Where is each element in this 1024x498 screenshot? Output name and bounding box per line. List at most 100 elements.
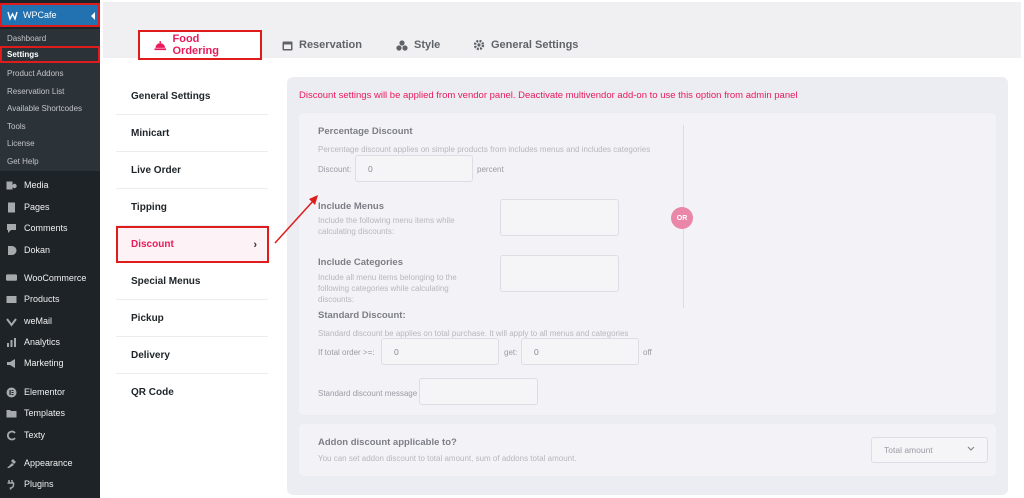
calendar-icon	[282, 41, 293, 50]
tab-food-ordering[interactable]: Food Ordering	[138, 30, 262, 60]
vendor-panel-notice: Discount settings will be applied from v…	[299, 90, 798, 101]
submenu-license[interactable]: License	[0, 135, 100, 152]
texty-icon	[6, 430, 17, 441]
sidebar-item-analytics[interactable]: Analytics	[0, 332, 100, 352]
include-menus-select[interactable]	[500, 199, 619, 236]
sidebar-item-comments[interactable]: Comments	[0, 218, 100, 238]
sidebar-item-plugins[interactable]: Plugins	[0, 474, 100, 494]
appearance-icon	[6, 458, 17, 469]
subnav-pickup[interactable]: Pickup	[116, 300, 268, 337]
discount-message-label: Standard discount message	[318, 389, 418, 398]
sidebar-item-woocommerce[interactable]: WooCommerce	[0, 268, 100, 288]
marketing-icon	[6, 358, 17, 369]
woocommerce-icon	[6, 273, 17, 284]
sidebar-item-label: Texty	[24, 430, 46, 440]
addon-discount-description: You can set addon discount to total amou…	[318, 454, 577, 463]
sidebar-item-label: WooCommerce	[24, 273, 87, 283]
tab-label: Style	[414, 39, 441, 51]
plugins-icon	[6, 479, 17, 490]
get-discount-input[interactable]: 0	[521, 338, 639, 365]
tab-general-settings[interactable]: General Settings	[473, 30, 578, 60]
submenu-get-help[interactable]: Get Help	[0, 153, 100, 170]
tab-label: Reservation	[299, 39, 362, 51]
subnav-special-menus[interactable]: Special Menus	[116, 263, 268, 300]
off-label: off	[643, 348, 652, 357]
submenu-tools[interactable]: Tools	[0, 118, 100, 135]
submenu-available-shortcodes[interactable]: Available Shortcodes	[0, 100, 100, 117]
submenu-product-addons[interactable]: Product Addons	[0, 65, 100, 82]
addon-discount-selected: Total amount	[884, 445, 933, 455]
sidebar-item-templates[interactable]: Templates	[0, 403, 100, 423]
sidebar-item-label: Dokan	[24, 245, 51, 255]
submenu-reservation-list[interactable]: Reservation List	[0, 83, 100, 100]
percentage-discount-description: Percentage discount applies on simple pr…	[318, 145, 651, 154]
analytics-icon	[6, 337, 17, 348]
percentage-discount-input[interactable]: 0	[355, 155, 473, 182]
sidebar-item-media[interactable]: Media	[0, 175, 100, 195]
tab-label: General Settings	[491, 39, 579, 51]
subnav-live-order[interactable]: Live Order	[116, 152, 268, 189]
sidebar-item-marketing[interactable]: Marketing	[0, 353, 100, 373]
tab-reservation[interactable]: Reservation	[282, 30, 362, 60]
gear-icon	[473, 39, 485, 51]
subnav-general-settings[interactable]: General Settings	[116, 78, 268, 115]
addon-discount-card: Addon discount applicable to? You can se…	[299, 424, 996, 476]
sidebar-item-pages[interactable]: Pages	[0, 197, 100, 217]
discount-panel: Discount settings will be applied from v…	[287, 77, 1008, 495]
subnav-discount[interactable]: Discount ›	[116, 226, 269, 263]
sidebar-item-label: Analytics	[24, 337, 61, 347]
sidebar-item-label: Plugins	[24, 479, 54, 489]
percentage-discount-title: Percentage Discount	[318, 126, 413, 137]
sidebar-item-label: Elementor	[24, 387, 66, 397]
sidebar-item-label: WPCafe	[23, 10, 57, 20]
discount-card: Percentage Discount Percentage discount …	[299, 113, 996, 415]
style-icon	[396, 39, 408, 51]
wemail-icon	[6, 316, 17, 327]
chevron-down-icon	[967, 446, 975, 451]
total-order-input[interactable]: 0	[381, 338, 499, 365]
include-categories-description: Include all menu items belonging to the …	[318, 273, 457, 304]
submenu-settings[interactable]: Settings	[0, 46, 100, 63]
wp-admin-sidebar: WPCafe Dashboard Settings Product Addons…	[0, 0, 100, 498]
sidebar-item-wemail[interactable]: weMail	[0, 311, 100, 331]
templates-icon	[6, 408, 17, 419]
subnav-qr-code[interactable]: QR Code	[116, 374, 268, 411]
sidebar-item-label: Media	[24, 180, 49, 190]
elementor-icon	[6, 387, 17, 398]
active-caret-icon	[91, 12, 95, 20]
tab-label: Food Ordering	[172, 33, 219, 57]
comments-icon	[6, 223, 17, 234]
products-icon	[6, 294, 17, 305]
include-menus-description: Include the following menu items while c…	[318, 216, 455, 236]
chevron-right-icon: ›	[253, 239, 257, 251]
tab-style[interactable]: Style	[396, 30, 440, 60]
subnav-delivery[interactable]: Delivery	[116, 337, 268, 374]
discount-message-input[interactable]	[419, 378, 538, 405]
sidebar-item-label: Marketing	[24, 358, 64, 368]
addon-discount-select[interactable]: Total amount	[871, 437, 988, 463]
standard-discount-title: Standard Discount:	[318, 310, 406, 321]
sidebar-item-texty[interactable]: Texty	[0, 425, 100, 445]
sidebar-item-products[interactable]: Products	[0, 289, 100, 309]
include-categories-title: Include Categories	[318, 257, 403, 268]
sidebar-item-elementor[interactable]: Elementor	[0, 382, 100, 402]
or-badge: OR	[671, 207, 693, 229]
submenu-dashboard[interactable]: Dashboard	[0, 30, 100, 47]
sidebar-item-appearance[interactable]: Appearance	[0, 453, 100, 473]
pages-icon	[6, 202, 17, 213]
settings-tab-bar: Food Ordering Reservation Style General …	[103, 2, 1021, 60]
sidebar-item-dokan[interactable]: Dokan	[0, 240, 100, 260]
dokan-icon	[6, 245, 17, 256]
subnav-label: Discount	[131, 239, 174, 250]
media-icon	[6, 180, 17, 191]
food-cloche-icon	[154, 40, 167, 50]
sidebar-item-label: Pages	[24, 202, 50, 212]
percent-unit-label: percent	[477, 165, 504, 174]
subnav-minicart[interactable]: Minicart	[116, 115, 268, 152]
settings-main: Food Ordering Reservation Style General …	[100, 0, 1024, 498]
discount-field-label: Discount:	[318, 165, 352, 174]
sidebar-item-label: Products	[24, 294, 60, 304]
sidebar-item-wpcafe[interactable]: WPCafe	[0, 3, 100, 27]
include-categories-select[interactable]	[500, 255, 619, 292]
subnav-tipping[interactable]: Tipping	[116, 189, 268, 226]
